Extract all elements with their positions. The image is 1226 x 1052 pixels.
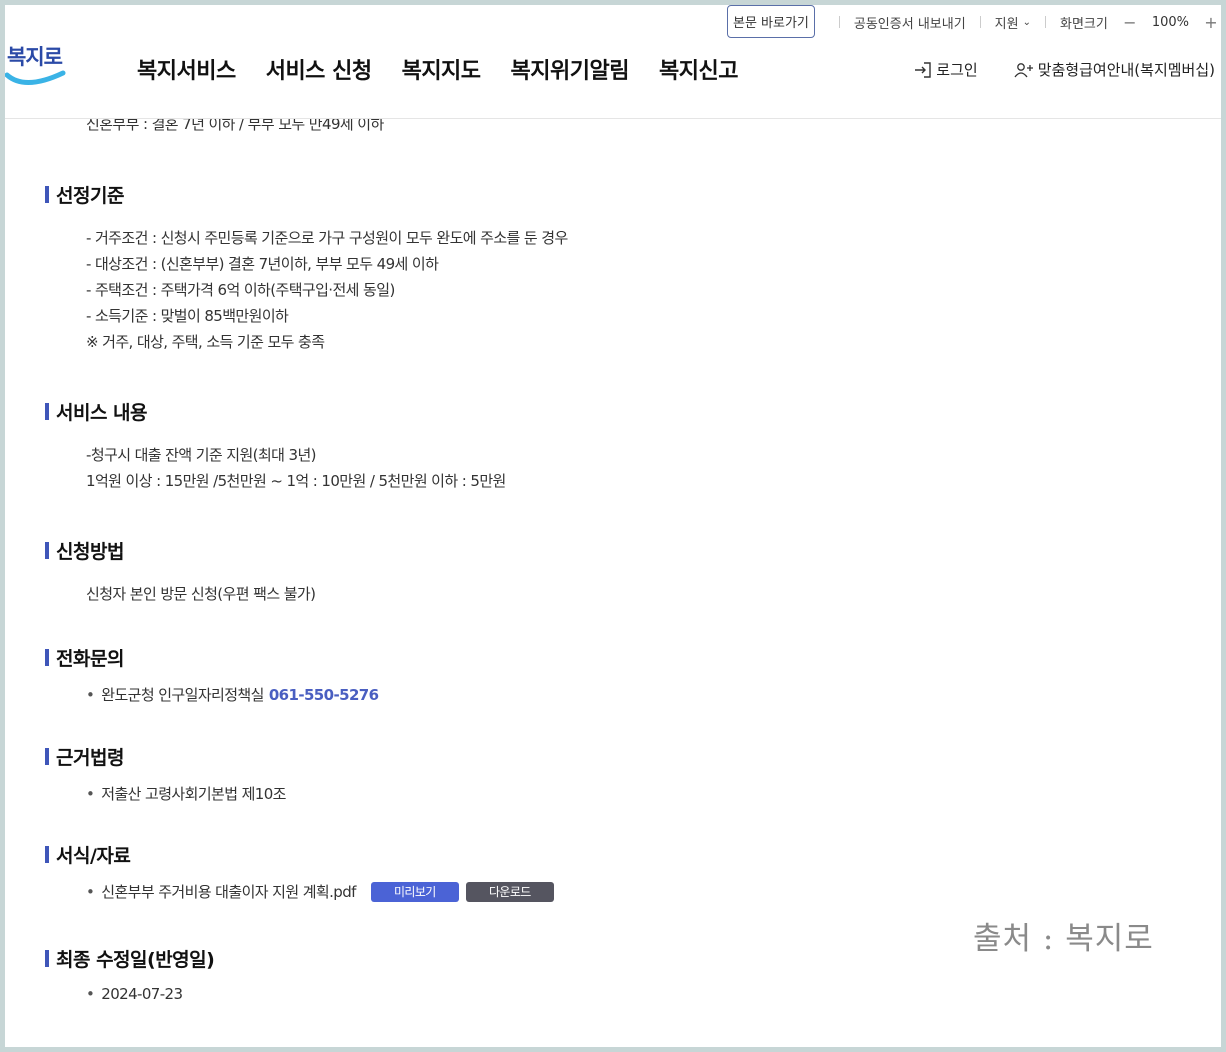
section-title-text: 선정기준: [56, 185, 124, 207]
header-actions: 로그인 맞춤형급여안내(복지멤버십): [914, 59, 1215, 80]
section-title-text: 신청방법: [56, 541, 124, 563]
screen-size-label: 화면크기: [1059, 16, 1108, 32]
support-dropdown[interactable]: 지원 ⌄: [995, 13, 1031, 32]
criteria-line: - 거주조건 : 신청시 주민등록 기준으로 가구 구성원이 모두 완도에 주소…: [86, 229, 568, 247]
section-service: 서비스 내용 -청구시 대출 잔액 기준 지원(최대 3년) 1억원 이상 : …: [45, 398, 506, 494]
chevron-down-icon: ⌄: [1022, 16, 1031, 28]
section-updated: 최종 수정일(반영일) • 2024-07-23: [45, 945, 215, 1003]
section-title: 전화문의: [45, 644, 378, 671]
section-marker: [45, 186, 49, 203]
criteria-line: - 주택조건 : 주택가격 6억 이하(주택구입·전세 동일): [86, 281, 395, 299]
source-watermark: 출처 : 복지로: [973, 921, 1154, 957]
phone-number-link[interactable]: 061-550-5276: [269, 686, 379, 704]
user-add-icon: [1014, 62, 1033, 77]
section-title: 선정기준: [45, 181, 568, 208]
skip-to-content-link[interactable]: 본문 바로가기: [726, 5, 815, 38]
section-marker: [45, 542, 49, 559]
bullet-icon: •: [86, 985, 95, 1003]
criteria-line: ※ 거주, 대상, 주택, 소득 기준 모두 충족: [86, 333, 325, 351]
apply-line: 신청자 본인 방문 신청(우편 팩스 불가): [86, 585, 316, 603]
cert-export-label: 공동인증서 내보내기: [853, 16, 966, 32]
nav-welfare-report[interactable]: 복지신고: [659, 53, 738, 85]
section-title-text: 근거법령: [56, 747, 124, 769]
bullet-icon: •: [86, 882, 95, 901]
section-marker: [45, 950, 49, 967]
phone-org: 완도군청 인구일자리정책실: [101, 686, 264, 704]
login-label: 로그인: [936, 61, 978, 79]
browser-viewport: 본문 바로가기 공동인증서 내보내기 지원 ⌄ 화면크기 − 100% + 복지로…: [5, 5, 1221, 1047]
section-title-text: 최종 수정일(반영일): [56, 949, 215, 971]
nav-welfare-services[interactable]: 복지서비스: [137, 53, 236, 85]
list-item: • 2024-07-23: [86, 985, 214, 1003]
list-item: • 신혼부부 주거비용 대출이자 지원 계획.pdf 미리보기 다운로드: [86, 881, 554, 902]
section-body: - 거주조건 : 신청시 주민등록 기준으로 가구 구성원이 모두 완도에 주소…: [86, 225, 568, 355]
list-item: • 저출산 고령사회기본법 제10조: [86, 783, 286, 804]
service-line: 1억원 이상 : 15만원 /5천만원 ~ 1억 : 10만원 / 5천만원 이…: [86, 472, 506, 490]
criteria-line: - 소득기준 : 맞벌이 85백만원이하: [86, 307, 289, 325]
membership-button[interactable]: 맞춤형급여안내(복지멤버십): [1014, 59, 1215, 80]
bullet-icon: •: [86, 784, 95, 803]
section-marker: [45, 748, 49, 765]
section-phone: 전화문의 • 완도군청 인구일자리정책실 061-550-5276: [45, 644, 379, 705]
preview-button[interactable]: 미리보기: [370, 881, 459, 902]
nav-welfare-map[interactable]: 복지지도: [402, 53, 481, 85]
section-body: -청구시 대출 잔액 기준 지원(최대 3년) 1억원 이상 : 15만원 /5…: [86, 442, 506, 494]
list-item: • 완도군청 인구일자리정책실 061-550-5276: [86, 684, 379, 705]
nav-crisis-alert[interactable]: 복지위기알림: [511, 53, 630, 85]
section-marker: [45, 403, 49, 420]
section-title: 서식/자료: [45, 841, 554, 868]
support-label: 지원: [994, 16, 1019, 32]
section-law: 근거법령 • 저출산 고령사회기본법 제10조: [45, 743, 286, 804]
login-icon: [915, 61, 931, 78]
file-name: 신혼부부 주거비용 대출이자 지원 계획.pdf: [101, 883, 356, 901]
section-title: 근거법령: [45, 743, 286, 770]
updated-date: 2024-07-23: [101, 985, 183, 1003]
login-button[interactable]: 로그인: [914, 59, 978, 80]
site-logo[interactable]: 복지로: [5, 39, 67, 95]
section-title-text: 서비스 내용: [56, 402, 148, 424]
section-apply: 신청방법 신청자 본인 방문 신청(우편 팩스 불가): [45, 537, 316, 607]
service-line: -청구시 대출 잔액 기준 지원(최대 3년): [86, 446, 317, 464]
divider: [838, 16, 840, 28]
bullet-icon: •: [86, 685, 95, 704]
section-marker: [45, 649, 49, 666]
utility-bar: 본문 바로가기 공동인증서 내보내기 지원 ⌄ 화면크기 − 100% +: [726, 5, 1221, 39]
section-title: 최종 수정일(반영일): [45, 945, 215, 972]
section-criteria: 선정기준 - 거주조건 : 신청시 주민등록 기준으로 가구 구성원이 모두 완…: [45, 181, 568, 355]
membership-label: 맞춤형급여안내(복지멤버십): [1037, 61, 1215, 79]
section-title-text: 서식/자료: [56, 845, 131, 867]
site-header: 복지로 복지서비스 서비스 신청 복지지도 복지위기알림 복지신고 로그인 맞춤…: [5, 39, 1221, 119]
section-forms: 서식/자료 • 신혼부부 주거비용 대출이자 지원 계획.pdf 미리보기 다운…: [45, 841, 554, 902]
zoom-level: 100%: [1151, 14, 1189, 30]
section-marker: [45, 846, 49, 863]
divider: [979, 16, 981, 28]
section-title: 서비스 내용: [45, 398, 506, 425]
main-navigation: 복지서비스 서비스 신청 복지지도 복지위기알림 복지신고: [137, 53, 738, 85]
zoom-in-button[interactable]: +: [1201, 13, 1221, 32]
criteria-line: - 대상조건 : (신혼부부) 결혼 7년이하, 부부 모두 49세 이하: [86, 255, 439, 273]
section-body: 신청자 본인 방문 신청(우편 팩스 불가): [86, 581, 316, 607]
section-title: 신청방법: [45, 537, 315, 564]
nav-service-apply[interactable]: 서비스 신청: [266, 53, 372, 85]
logo-swoosh-icon: [5, 70, 66, 85]
law-item: 저출산 고령사회기본법 제10조: [101, 785, 286, 803]
section-title-text: 전화문의: [56, 648, 124, 670]
cert-export-link[interactable]: 공동인증서 내보내기: [854, 13, 966, 32]
divider: [1044, 16, 1046, 28]
zoom-out-button[interactable]: −: [1120, 13, 1140, 32]
download-button[interactable]: 다운로드: [465, 881, 554, 902]
